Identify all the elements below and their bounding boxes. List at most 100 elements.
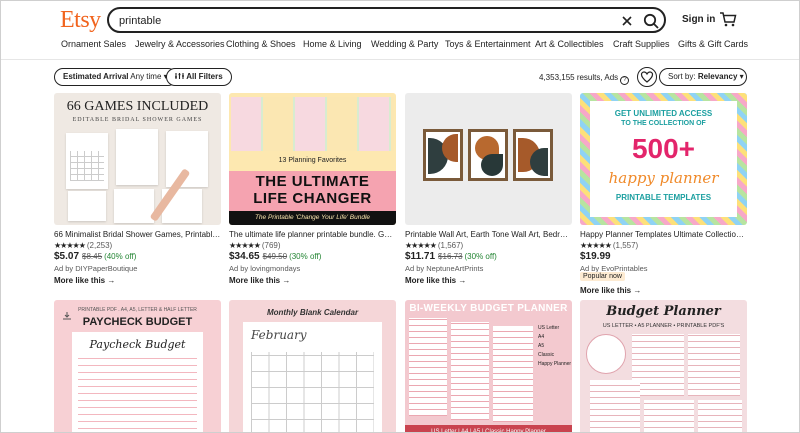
listing-card[interactable]: Budget Planner US LETTER • A5 PLANNER • …: [580, 300, 747, 432]
arrival-value: Any time: [130, 72, 162, 81]
search-bar: [107, 7, 666, 33]
listing-title[interactable]: 66 Minimalist Bridal Shower Games, Print…: [54, 230, 221, 239]
more-label: More like this: [229, 276, 281, 285]
listing-title[interactable]: Printable Wall Art, Earth Tone Wall Art,…: [405, 230, 572, 239]
listing-image[interactable]: GET UNLIMITED ACCESS TO THE COLLECTION O…: [580, 93, 747, 225]
planner-page: [688, 334, 740, 396]
price-line: $19.99: [580, 251, 611, 262]
more-like-this-link[interactable]: More like this →: [580, 286, 641, 295]
review-count: (2,253): [86, 241, 113, 250]
format-item: A5: [538, 343, 545, 349]
image-tag: 13 Planning Favorites: [278, 157, 347, 164]
format-item: Happy Planner: [538, 361, 572, 367]
planner-page: [590, 380, 640, 432]
listing-image[interactable]: Monthly Blank Calendar February: [229, 300, 396, 432]
arrow-right-icon: →: [458, 276, 467, 285]
stars: ★★★★★: [229, 241, 261, 250]
listing-card[interactable]: BI-WEEKLY BUDGET PLANNER US Letter A4 A5…: [405, 300, 572, 432]
sheet-lines: [78, 356, 197, 432]
image-title: PAYCHECK BUDGET: [82, 316, 193, 328]
category-ornament-sales[interactable]: Ornament Sales: [61, 39, 126, 49]
etsy-logo[interactable]: Etsy: [60, 7, 101, 34]
popular-badge: Popular now: [580, 272, 625, 281]
image-line-1: GET UNLIMITED ACCESS: [614, 109, 713, 118]
search-input[interactable]: [119, 12, 599, 30]
review-count: (769): [261, 241, 281, 250]
listing-card[interactable]: Monthly Blank Calendar February: [229, 300, 396, 432]
badge-circle: [586, 334, 626, 374]
stars: ★★★★★: [54, 241, 86, 250]
category-jewelry[interactable]: Jewelry & Accessories: [135, 39, 225, 49]
sort-value: Relevancy: [697, 72, 738, 81]
arrow-right-icon: →: [633, 286, 642, 295]
image-headline: 66 GAMES INCLUDED: [66, 99, 209, 114]
stars: ★★★★★: [580, 241, 612, 250]
category-toys[interactable]: Toys & Entertainment: [445, 39, 531, 49]
listing-card[interactable]: 13 Planning Favorites THE ULTIMATE LIFE …: [229, 93, 396, 293]
sign-in-link[interactable]: Sign in: [682, 14, 715, 25]
sale-price: $19.99: [580, 251, 611, 262]
category-home-living[interactable]: Home & Living: [303, 39, 362, 49]
info-icon[interactable]: ?: [620, 76, 630, 85]
more-like-this-link[interactable]: More like this →: [229, 276, 290, 285]
bingo-grid: [70, 151, 104, 181]
calendar-grid: [251, 352, 374, 432]
seller-ad[interactable]: Ad by NeptuneArtPrints: [405, 264, 483, 273]
listing-card[interactable]: 66 GAMES INCLUDED EDITABLE BRIDAL SHOWER…: [54, 93, 221, 293]
image-title: Monthly Blank Calendar: [266, 308, 359, 317]
price-line: $11.71 $16.73 (30% off): [405, 251, 497, 262]
arrival-label: Estimated Arrival: [63, 72, 129, 81]
clear-icon[interactable]: [619, 13, 635, 29]
cart-icon[interactable]: [719, 10, 737, 28]
listing-image[interactable]: Budget Planner US LETTER • A5 PLANNER • …: [580, 300, 747, 432]
image-subline: EDITABLE BRIDAL SHOWER GAMES: [72, 117, 203, 123]
favorite-search-button[interactable]: [637, 67, 657, 87]
stars: ★★★★★: [405, 241, 437, 250]
listing-image[interactable]: 66 GAMES INCLUDED EDITABLE BRIDAL SHOWER…: [54, 93, 221, 225]
results-text: 4,353,155 results, Ads: [539, 73, 619, 82]
heart-icon: [640, 71, 654, 83]
more-like-this-link[interactable]: More like this →: [405, 276, 466, 285]
category-craft[interactable]: Craft Supplies: [613, 39, 670, 49]
planner-page: [493, 326, 533, 422]
original-price: $8.45: [82, 252, 103, 261]
listing-title[interactable]: Happy Planner Templates Ultimate Collect…: [580, 230, 747, 239]
listing-image[interactable]: [405, 93, 572, 225]
sort-label: Sort by:: [668, 72, 696, 81]
filter-icon: [175, 73, 184, 79]
category-clothing[interactable]: Clothing & Shoes: [226, 39, 296, 49]
original-price: $49.50: [262, 252, 288, 261]
listing-image[interactable]: PRINTABLE PDF . A4, A5, LETTER & HALF LE…: [54, 300, 221, 432]
format-item: US Letter: [538, 325, 560, 331]
more-like-this-link[interactable]: More like this →: [54, 276, 115, 285]
framed-print: [423, 129, 463, 181]
category-gifts[interactable]: Gifts & Gift Cards: [678, 39, 748, 49]
category-wedding[interactable]: Wedding & Party: [371, 39, 438, 49]
sale-price: $34.65: [229, 251, 260, 262]
game-card: [116, 129, 158, 185]
listing-card[interactable]: GET UNLIMITED ACCESS TO THE COLLECTION O…: [580, 93, 747, 298]
search-icon[interactable]: [642, 12, 660, 30]
image-big-number: 500+: [631, 133, 696, 164]
game-card: [114, 189, 154, 223]
discount: (30% off): [289, 252, 322, 261]
sort-dropdown[interactable]: Sort by: Relevancy ▾: [659, 68, 747, 86]
results-count: 4,353,155 results, Ads ?: [539, 73, 630, 85]
listing-title[interactable]: The ultimate life planner printable bund…: [229, 230, 396, 239]
framed-print: [513, 129, 553, 181]
listing-image[interactable]: 13 Planning Favorites THE ULTIMATE LIFE …: [229, 93, 396, 225]
seller-ad[interactable]: Ad by lovingmondays: [229, 264, 300, 273]
category-art[interactable]: Art & Collectibles: [535, 39, 604, 49]
listing-card[interactable]: Printable Wall Art, Earth Tone Wall Art,…: [405, 93, 572, 293]
seller-ad[interactable]: Ad by DIYPaperBoutique: [54, 264, 137, 273]
format-item: Classic: [538, 352, 555, 358]
arrow-right-icon: →: [282, 276, 291, 285]
listing-image[interactable]: BI-WEEKLY BUDGET PLANNER US Letter A4 A5…: [405, 300, 572, 432]
caret-down-icon: ▾: [739, 72, 744, 81]
rating: ★★★★★ (1,567): [405, 241, 463, 250]
rating: ★★★★★ (769): [229, 241, 281, 250]
all-filters-button[interactable]: All Filters: [166, 68, 232, 86]
arrow-right-icon: →: [107, 276, 116, 285]
estimated-arrival-dropdown[interactable]: Estimated Arrival Any time ▾: [54, 68, 177, 86]
listing-card[interactable]: PRINTABLE PDF . A4, A5, LETTER & HALF LE…: [54, 300, 221, 432]
